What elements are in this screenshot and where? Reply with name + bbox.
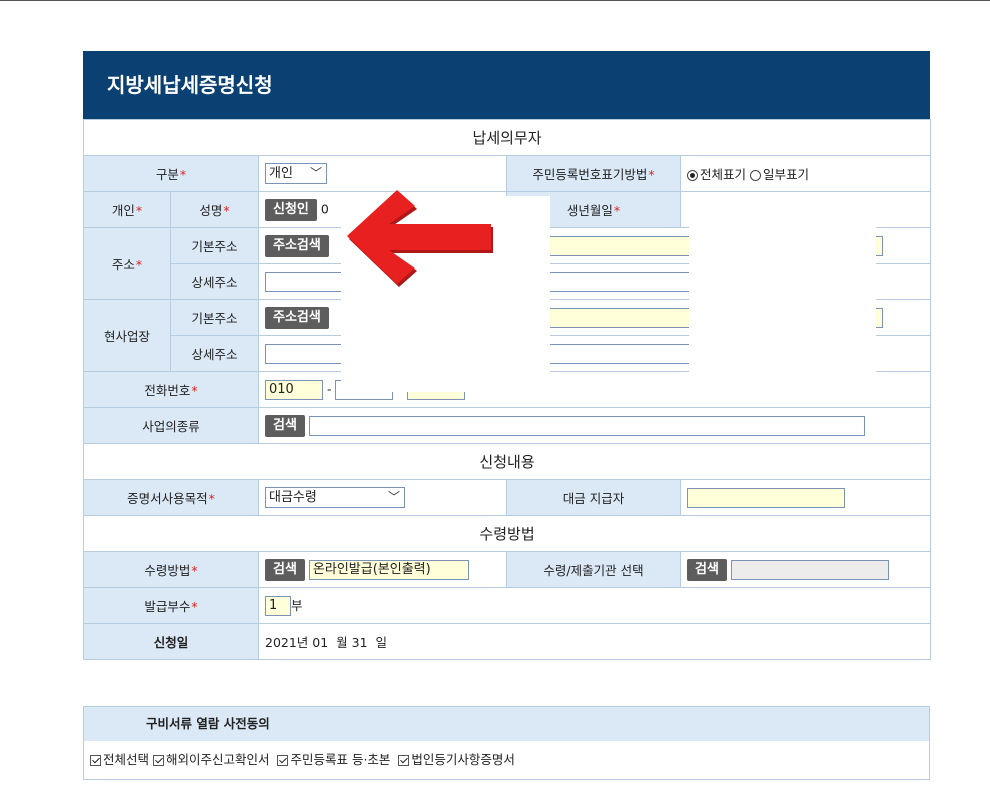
- business-type-search-button[interactable]: 검색: [265, 414, 305, 437]
- label-name: 성명*: [170, 191, 259, 228]
- label-receipt-agency: 수령/제출기관 선택: [506, 551, 681, 588]
- applicant-button[interactable]: 신청인: [265, 198, 317, 221]
- payee-input[interactable]: [687, 487, 845, 508]
- applicant-name-partial: 0: [320, 201, 329, 216]
- consent-title: 구비서류 열람 사전동의: [84, 707, 929, 741]
- label-rrn-display: 주민등록번호표기방법*: [506, 155, 681, 192]
- receipt-agency-input[interactable]: [730, 559, 889, 580]
- select-all-label: 전체선택: [103, 752, 150, 767]
- label-business-basic-address: 기본주소: [170, 299, 259, 336]
- label-business-detail-address: 상세주소: [170, 335, 259, 372]
- copies-input[interactable]: 1: [265, 596, 291, 617]
- corporate-registry-label: 법인등기사항증명서: [411, 752, 515, 767]
- privacy-mask: [689, 196, 876, 382]
- resident-registration-label: 주민등록표 등·초본: [290, 752, 391, 767]
- receipt-method-input[interactable]: 온라인발급(본인출력): [308, 559, 469, 580]
- label-payee: 대금 지급자: [506, 479, 681, 516]
- section-taxpayer: 납세의무자: [82, 119, 932, 156]
- label-purpose: 증명서사용목적*: [83, 479, 259, 516]
- phone-separator: -: [326, 381, 332, 396]
- consent-box: 구비서류 열람 사전동의 전체선택 해외이주신고확인서 주민등록표 등·초본 법…: [83, 706, 930, 780]
- page-title: 지방세납세증명신청: [83, 51, 930, 119]
- label-copies: 발급부수*: [83, 587, 259, 624]
- label-business-type: 사업의종류: [83, 407, 259, 444]
- consent-options: 전체선택 해외이주신고확인서 주민등록표 등·초본 법인등기사항증명서: [84, 741, 929, 779]
- receipt-method-search-button[interactable]: 검색: [265, 558, 305, 581]
- section-request: 신청내용: [82, 443, 932, 480]
- label-detail-address: 상세주소: [170, 263, 259, 300]
- apply-date-value: 2021년 01 월 31 일: [257, 623, 932, 660]
- chevron-down-icon: ﹀: [387, 490, 400, 504]
- select-all-checkbox[interactable]: [90, 755, 101, 766]
- red-arrow-annotation: [347, 190, 493, 287]
- label-category: 구분*: [83, 155, 259, 192]
- rrn-full-label: 전체표기: [700, 167, 747, 182]
- section-receipt: 수령방법: [82, 515, 932, 552]
- resident-registration-checkbox[interactable]: [277, 755, 289, 766]
- label-phone: 전화번호*: [83, 371, 259, 408]
- receipt-agency-search-button[interactable]: 검색: [687, 558, 727, 581]
- category-select[interactable]: 개인 ﹀: [265, 163, 327, 184]
- rrn-partial-radio[interactable]: [750, 170, 761, 181]
- label-address: 주소*: [83, 227, 171, 300]
- emigration-report-checkbox[interactable]: [153, 755, 164, 766]
- rrn-full-radio[interactable]: [687, 170, 698, 181]
- corporate-registry-checkbox[interactable]: [398, 755, 410, 766]
- label-apply-date: 신청일: [83, 623, 259, 660]
- business-type-input[interactable]: [308, 415, 865, 436]
- address-search-button[interactable]: 주소검색: [265, 234, 329, 257]
- copies-unit: 부: [291, 597, 303, 613]
- purpose-select[interactable]: 대금수령 ﹀: [265, 487, 405, 508]
- label-business-site: 현사업장: [83, 299, 171, 372]
- top-divider: [0, 0, 990, 1]
- phone-prefix-input[interactable]: 010: [265, 379, 323, 400]
- chevron-down-icon: ﹀: [309, 166, 322, 180]
- rrn-partial-label: 일부표기: [763, 167, 810, 182]
- emigration-report-label: 해외이주신고확인서: [166, 752, 270, 767]
- business-address-search-button[interactable]: 주소검색: [265, 306, 329, 329]
- label-basic-address: 기본주소: [170, 227, 259, 264]
- label-receipt-method: 수령방법*: [83, 551, 259, 588]
- label-individual: 개인*: [83, 191, 171, 228]
